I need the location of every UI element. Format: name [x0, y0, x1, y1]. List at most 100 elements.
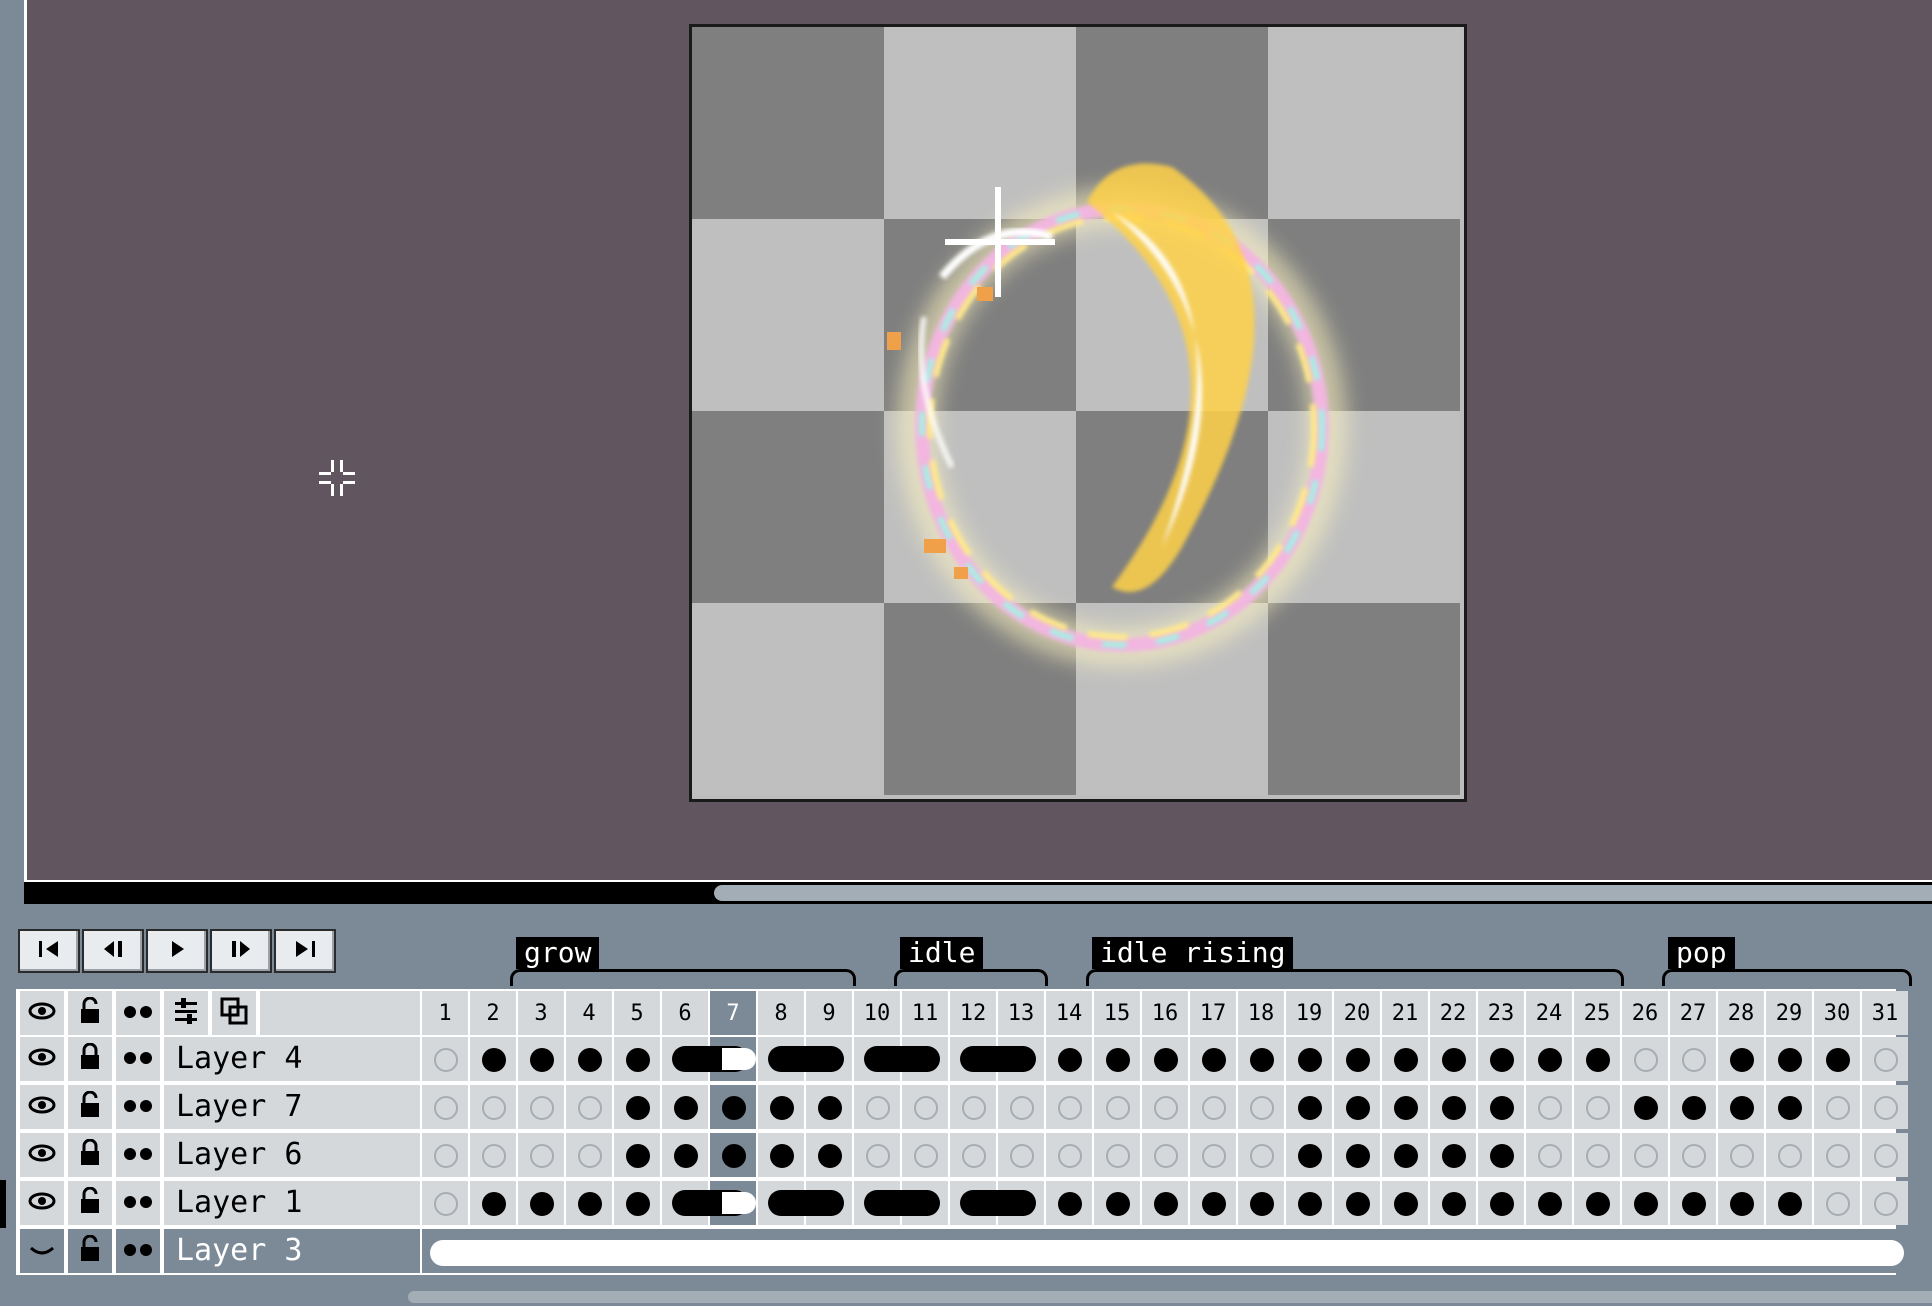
layer-settings-header[interactable] — [164, 991, 208, 1035]
linked-cel[interactable] — [672, 1046, 756, 1072]
cel-frame-30[interactable] — [1814, 1037, 1860, 1081]
cel-frame-8[interactable] — [758, 1085, 804, 1129]
tag-label[interactable]: idle — [900, 937, 984, 969]
cel-frame-21[interactable] — [1382, 1085, 1428, 1129]
layer-row[interactable]: Layer 3 — [16, 1227, 1912, 1275]
cel-frame-4[interactable] — [566, 1133, 612, 1177]
cel-frame-22[interactable] — [1430, 1037, 1476, 1081]
cel-frame-28[interactable] — [1718, 1181, 1764, 1225]
cel-frame-18[interactable] — [1238, 1133, 1284, 1177]
cel-frame-31[interactable] — [1862, 1037, 1908, 1081]
frame-number-17[interactable]: 17 — [1190, 991, 1236, 1035]
visibility-toggle[interactable] — [20, 1037, 64, 1081]
cel-frame-7[interactable] — [710, 1133, 756, 1177]
cel-frame-25[interactable] — [1574, 1037, 1620, 1081]
lock-toggle[interactable] — [68, 1037, 112, 1081]
cel-frame-15[interactable] — [1094, 1085, 1140, 1129]
cel-frame-4[interactable] — [566, 1181, 612, 1225]
cel-frame-11[interactable] — [902, 1085, 948, 1129]
cel-frame-11[interactable] — [902, 1133, 948, 1177]
scrollbar-thumb[interactable] — [714, 885, 1932, 901]
frame-number-31[interactable]: 31 — [1862, 991, 1908, 1035]
cel-frame-19[interactable] — [1286, 1181, 1332, 1225]
frame-number-24[interactable]: 24 — [1526, 991, 1572, 1035]
cel-frame-2[interactable] — [470, 1085, 516, 1129]
cel-frame-21[interactable] — [1382, 1133, 1428, 1177]
layer-row[interactable]: Layer 6 — [16, 1131, 1908, 1179]
tag-label[interactable]: idle rising — [1092, 937, 1294, 969]
frame-number-8[interactable]: 8 — [758, 991, 804, 1035]
canvas-horizontal-scrollbar[interactable] — [24, 882, 1932, 904]
cel-frame-13[interactable] — [998, 1085, 1044, 1129]
cel-frame-23[interactable] — [1478, 1037, 1524, 1081]
frame-number-30[interactable]: 30 — [1814, 991, 1860, 1035]
frame-number-16[interactable]: 16 — [1142, 991, 1188, 1035]
tag-label[interactable]: grow — [516, 937, 600, 969]
cel-frame-16[interactable] — [1142, 1181, 1188, 1225]
canvas-area[interactable] — [24, 0, 1932, 883]
frame-number-23[interactable]: 23 — [1478, 991, 1524, 1035]
cel-frame-21[interactable] — [1382, 1181, 1428, 1225]
cel-frame-27[interactable] — [1670, 1133, 1716, 1177]
frame-number-11[interactable]: 11 — [902, 991, 948, 1035]
cel-frame-31[interactable] — [1862, 1181, 1908, 1225]
cel-frame-26[interactable] — [1622, 1181, 1668, 1225]
frame-number-26[interactable]: 26 — [1622, 991, 1668, 1035]
linked-cel[interactable] — [864, 1190, 940, 1216]
cel-frame-24[interactable] — [1526, 1085, 1572, 1129]
linked-cel[interactable] — [672, 1190, 756, 1216]
cel-frame-23[interactable] — [1478, 1133, 1524, 1177]
cel-frame-1[interactable] — [422, 1085, 468, 1129]
layer-name[interactable]: Layer 3 — [164, 1229, 420, 1273]
frame-number-4[interactable]: 4 — [566, 991, 612, 1035]
linked-cel[interactable] — [864, 1046, 940, 1072]
cel-frame-26[interactable] — [1622, 1133, 1668, 1177]
cel-frame-27[interactable] — [1670, 1181, 1716, 1225]
cel-frame-12[interactable] — [950, 1133, 996, 1177]
layer-row[interactable]: Layer 1 — [16, 1179, 1908, 1227]
first-frame-button[interactable] — [18, 929, 80, 973]
frame-number-18[interactable]: 18 — [1238, 991, 1284, 1035]
frame-number-10[interactable]: 10 — [854, 991, 900, 1035]
cel-frame-13[interactable] — [998, 1133, 1044, 1177]
frame-number-29[interactable]: 29 — [1766, 991, 1812, 1035]
cel-frame-21[interactable] — [1382, 1037, 1428, 1081]
onion-toggle[interactable] — [116, 1037, 160, 1081]
cel-frame-20[interactable] — [1334, 1181, 1380, 1225]
visibility-toggle[interactable] — [20, 1133, 64, 1177]
tag-label[interactable]: pop — [1668, 937, 1735, 969]
cel-frame-17[interactable] — [1190, 1037, 1236, 1081]
new-layer-header[interactable] — [212, 991, 256, 1035]
cel-frame-24[interactable] — [1526, 1181, 1572, 1225]
play-button[interactable] — [146, 929, 208, 973]
cel-frame-16[interactable] — [1142, 1037, 1188, 1081]
cel-frame-20[interactable] — [1334, 1085, 1380, 1129]
cel-frame-30[interactable] — [1814, 1181, 1860, 1225]
layer-name[interactable]: Layer 6 — [164, 1133, 420, 1177]
cel-frame-5[interactable] — [614, 1133, 660, 1177]
cel-frame-4[interactable] — [566, 1085, 612, 1129]
cel-frame-29[interactable] — [1766, 1085, 1812, 1129]
cel-frame-1[interactable] — [422, 1133, 468, 1177]
cel-frame-2[interactable] — [470, 1133, 516, 1177]
cel-frame-8[interactable] — [758, 1133, 804, 1177]
lock-toggle[interactable] — [68, 1133, 112, 1177]
onion-toggle[interactable] — [116, 1085, 160, 1129]
cel-frame-26[interactable] — [1622, 1037, 1668, 1081]
frame-number-22[interactable]: 22 — [1430, 991, 1476, 1035]
cel-frame-5[interactable] — [614, 1037, 660, 1081]
layer-name[interactable]: Layer 7 — [164, 1085, 420, 1129]
onion-toggle[interactable] — [116, 1133, 160, 1177]
visibility-toggle[interactable] — [20, 1181, 64, 1225]
cel-frame-19[interactable] — [1286, 1133, 1332, 1177]
cel-frame-20[interactable] — [1334, 1037, 1380, 1081]
cel-frame-1[interactable] — [422, 1181, 468, 1225]
cel-frame-14[interactable] — [1046, 1181, 1092, 1225]
lock-toggle[interactable] — [68, 1085, 112, 1129]
cel-frame-4[interactable] — [566, 1037, 612, 1081]
cel-frame-22[interactable] — [1430, 1181, 1476, 1225]
linked-cel[interactable] — [430, 1240, 1904, 1266]
cel-frame-16[interactable] — [1142, 1085, 1188, 1129]
frame-number-28[interactable]: 28 — [1718, 991, 1764, 1035]
frame-number-27[interactable]: 27 — [1670, 991, 1716, 1035]
